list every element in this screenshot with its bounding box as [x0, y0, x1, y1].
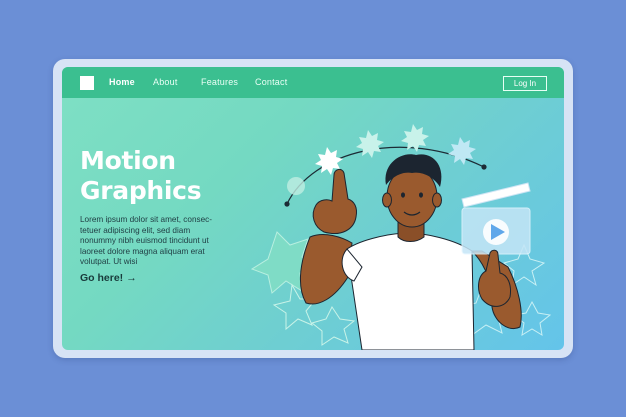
- hero-description: Lorem ipsum dolor sit amet, consec- tetu…: [80, 215, 212, 267]
- go-here-label: Go here!: [80, 272, 124, 284]
- spiky-star-light: [448, 137, 476, 165]
- landing-page-screen: Home About Features Contact Log In Motio…: [62, 67, 564, 350]
- go-here-link[interactable]: Go here! →: [80, 272, 137, 284]
- motion-path-end-dot: [481, 164, 487, 170]
- person-left-hand-pointing: [312, 168, 357, 234]
- outline-star-decoration: [310, 306, 356, 346]
- person-eye-right: [419, 192, 423, 198]
- person-ear-left: [382, 192, 392, 208]
- spiky-star-light: [356, 130, 384, 158]
- person-shirt: [346, 232, 475, 350]
- motion-path-start-dot: [284, 201, 290, 207]
- hero-title: Motion Graphics: [80, 146, 202, 205]
- motion-bubble: [287, 177, 305, 195]
- hero-illustration: [250, 124, 552, 350]
- person-eye-left: [401, 192, 405, 198]
- person-ear-right: [432, 192, 442, 208]
- clapperboard-top: [461, 182, 531, 208]
- arrow-right-icon: →: [126, 272, 137, 284]
